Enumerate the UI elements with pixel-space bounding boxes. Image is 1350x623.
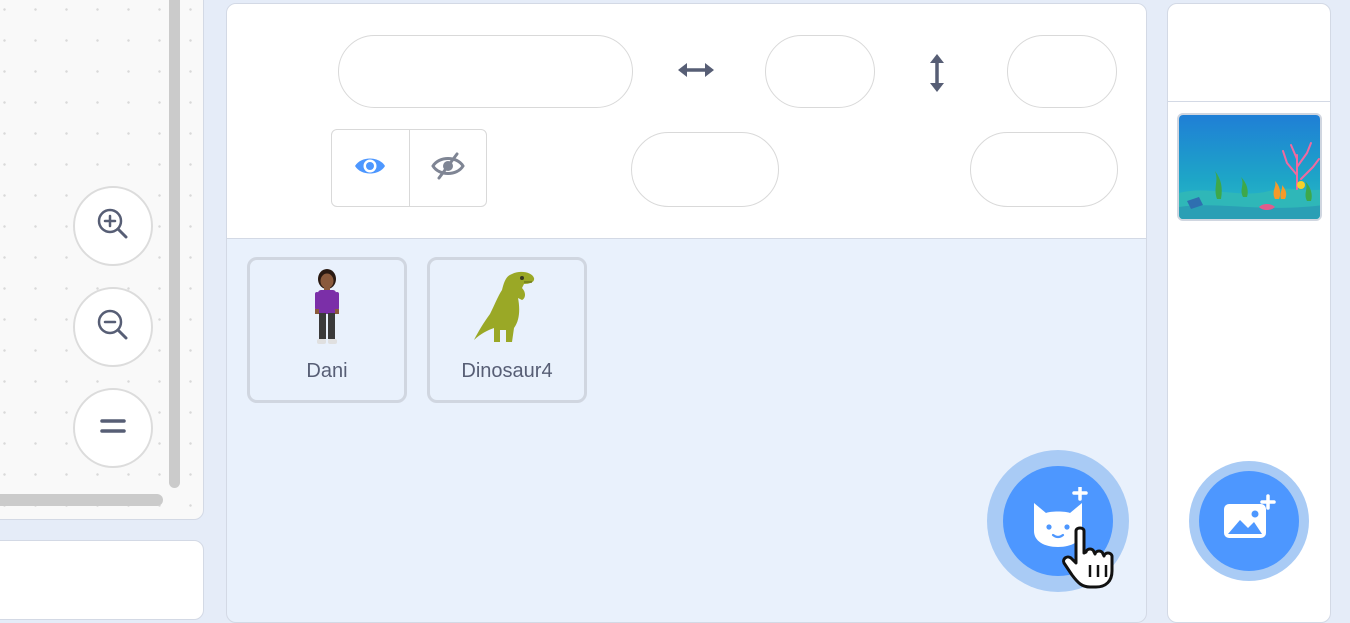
y-position-input[interactable]: [1007, 35, 1117, 108]
size-input[interactable]: [631, 132, 779, 207]
sprite-name-input[interactable]: [338, 35, 633, 108]
horizontal-scrollbar[interactable]: [0, 494, 163, 506]
x-position-input[interactable]: [765, 35, 875, 108]
zoom-in-button[interactable]: [73, 186, 153, 266]
sprite-label: Dinosaur4: [461, 360, 553, 382]
vertical-arrow-icon: [925, 52, 949, 94]
horizontal-arrow-icon: [676, 58, 716, 82]
hide-sprite-button[interactable]: [410, 130, 487, 206]
sprite-info-panel: [227, 4, 1146, 239]
sprite-label: Dani: [306, 360, 348, 382]
zoom-out-icon: [93, 305, 133, 350]
add-backdrop-button[interactable]: [1199, 471, 1299, 571]
show-sprite-button[interactable]: [332, 130, 410, 206]
zoom-reset-button[interactable]: [73, 388, 153, 468]
image-plus-icon: [1222, 493, 1276, 549]
zoom-in-icon: [93, 204, 133, 249]
sprite-thumbnail-dani: [250, 260, 404, 356]
backpack-panel[interactable]: [0, 540, 204, 620]
sprite-tile-dani[interactable]: Dani: [247, 257, 407, 403]
eye-icon: [353, 154, 387, 183]
add-backdrop-button-halo: [1189, 461, 1309, 581]
stage-backdrop-thumbnail[interactable]: [1177, 113, 1322, 221]
vertical-scrollbar[interactable]: [169, 0, 180, 488]
zoom-out-button[interactable]: [73, 287, 153, 367]
stage-header: [1168, 4, 1330, 102]
sprite-thumbnail-dinosaur4: [430, 260, 584, 356]
visibility-toggle: [331, 129, 487, 207]
direction-input[interactable]: [970, 132, 1118, 207]
sprite-tile-dinosaur4[interactable]: Dinosaur4: [427, 257, 587, 403]
equals-icon: [98, 411, 128, 446]
eye-slash-icon: [430, 151, 466, 186]
hand-pointer-icon: [1060, 525, 1122, 596]
